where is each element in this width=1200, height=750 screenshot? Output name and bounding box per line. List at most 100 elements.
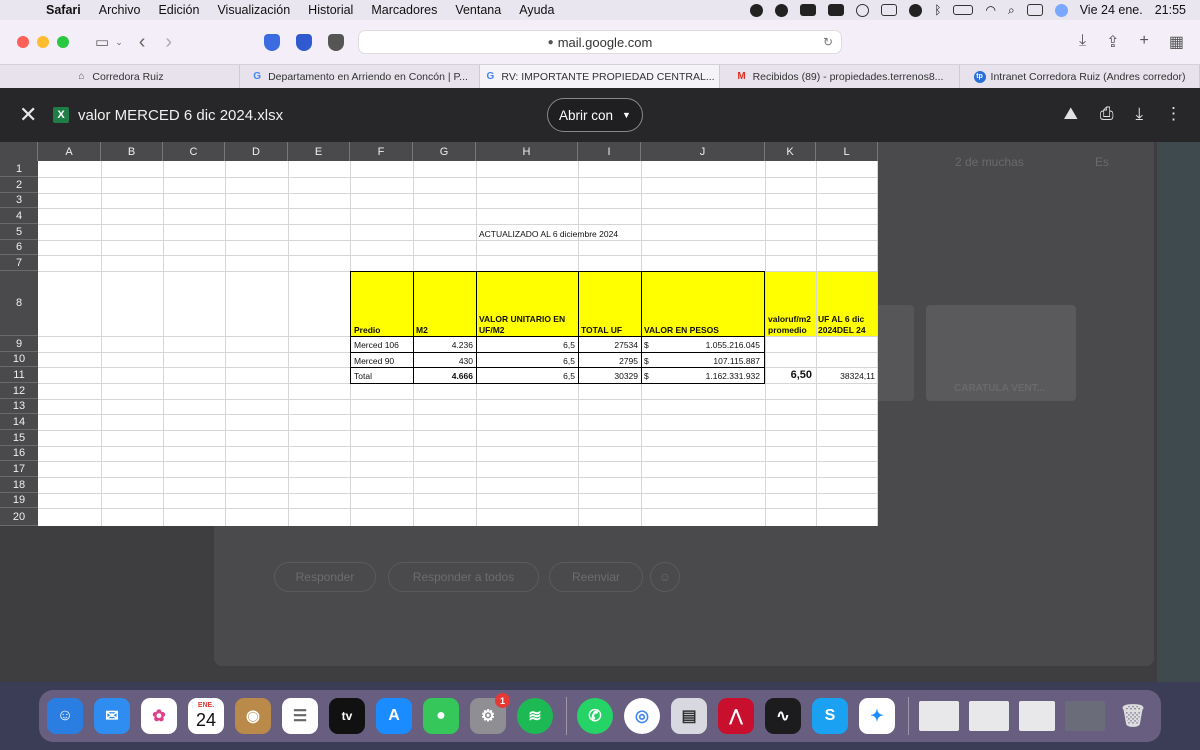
open-with-button[interactable]: Abrir con ▼ [547,98,643,132]
tab-recibidos[interactable]: M Recibidos (89) - propiedades.terrenos8… [720,65,960,88]
cell-total-pesos: 1.162.331.932 [705,371,760,381]
forward-icon[interactable]: › [165,31,172,54]
more-options-icon[interactable]: ⋮ [1165,104,1182,124]
minimized-window-thumbnail[interactable] [969,701,1009,731]
sidebar-toggle-icon[interactable]: ▭ [95,33,109,51]
skype-icon[interactable]: S [812,698,848,734]
apple-tv-icon[interactable]: tv [329,698,365,734]
column-header-e: E [288,142,350,161]
minimized-window-thumbnail[interactable] [1065,701,1105,731]
menu-ayuda[interactable]: Ayuda [519,3,554,17]
tab-departamento[interactable]: G Departamento en Arriendo en Concón | P… [240,65,480,88]
gridline [38,224,878,225]
downloads-icon[interactable]: ⤓ [1079,32,1086,52]
row-header-9: 9 [0,336,38,352]
sheet-title: ACTUALIZADO AL 6 diciembre 2024 [479,229,619,239]
bluetooth-icon[interactable]: ᛒ [934,3,941,17]
camera-status-icon[interactable] [828,4,845,16]
minimized-window-thumbnail[interactable] [1019,701,1055,731]
tab-intranet[interactable]: tp Intranet Corredora Ruiz (Andres corre… [960,65,1200,88]
menu-historial[interactable]: Historial [308,3,353,17]
extension-privacy-icon[interactable] [296,33,313,51]
add-to-drive-icon[interactable]: ⛰ [1064,104,1078,124]
menu-marcadores[interactable]: Marcadores [371,3,437,17]
chrome-icon[interactable]: ◎ [624,698,660,734]
menu-time[interactable]: 21:55 [1155,3,1186,17]
creative-cloud-icon[interactable] [856,3,870,17]
menu-archivo[interactable]: Archivo [99,3,141,17]
column-header-d: D [225,142,288,161]
open-with-label: Abrir con [559,107,614,123]
address-bar[interactable]: ● mail.google.com ↻ [358,30,842,54]
trash-icon[interactable]: 🗑 [1115,698,1151,734]
column-header-g: G [413,142,476,161]
wifi-icon[interactable]: ◠ [985,3,995,17]
menu-extra-icon[interactable] [800,4,817,16]
contacts-icon[interactable]: ◉ [235,698,271,734]
column-header-i: I [578,142,641,161]
column-header-j: J [641,142,765,161]
clipboard-icon[interactable] [881,4,898,16]
row-header-18: 18 [0,477,38,493]
minimized-window-thumbnail[interactable] [919,701,959,731]
finder-icon[interactable]: ☺ [47,698,83,734]
zoom-window-icon[interactable] [57,36,69,48]
back-icon[interactable]: ‹ [139,31,146,54]
menu-ventana[interactable]: Ventana [455,3,501,17]
download-icon[interactable]: ⤓ [1135,104,1143,124]
app-store-icon[interactable]: A [376,698,412,734]
preview-icon[interactable]: ▤ [671,698,707,734]
column-header-f: F [350,142,413,161]
row-header-8: 8 [0,271,38,336]
menu-edicion[interactable]: Edición [158,3,199,17]
system-settings-icon[interactable]: ⚙ 1 [470,693,510,734]
gridline [163,161,164,526]
voice-memos-icon[interactable]: ∿ [765,698,801,734]
share-icon[interactable]: ⇪ [1106,32,1119,52]
extension-shield-icon[interactable] [264,33,281,51]
tab-corredora-ruiz[interactable]: ⌂ Corredora Ruiz [0,65,240,88]
print-icon[interactable]: ⎙ [1100,104,1114,124]
battery-icon[interactable] [953,5,974,15]
siri-icon[interactable] [1054,3,1068,17]
tab-rv-importante[interactable]: G RV: IMPORTANTE PROPIEDAD CENTRAL... [480,65,720,88]
spotlight-search-icon[interactable]: ⌕ [1008,3,1015,18]
mail-icon[interactable]: ✉ [94,698,130,734]
calendar-icon[interactable]: ENE. 24 [188,698,224,734]
row-header-15: 15 [0,430,38,446]
gridline [38,240,878,241]
row-header-1: 1 [0,161,38,177]
cell-avg-uf-m2: 6,50 [790,369,812,381]
chevron-down-icon[interactable]: ⌄ [115,37,123,48]
safari-icon[interactable]: ✦ [859,698,895,734]
tv-label: tv [341,709,353,723]
reminders-icon[interactable]: ☰ [282,698,318,734]
gridline [38,493,878,494]
whatsapp-icon[interactable]: ✆ [577,698,613,734]
menu-app-safari[interactable]: Safari [46,3,81,17]
menu-visualizacion[interactable]: Visualización [217,3,290,17]
tab-overview-icon[interactable]: ▦ [1169,32,1184,52]
shield-status-icon[interactable] [909,3,923,17]
vpn-status-icon[interactable] [750,3,764,17]
header-valor-unitario-unit: UF/M2 [479,325,505,335]
reload-icon[interactable]: ↻ [823,35,833,49]
close-icon[interactable]: ✕ [19,102,39,128]
cell-total-m2: 4.666 [451,371,473,381]
minimize-window-icon[interactable] [37,36,49,48]
messages-icon[interactable]: ● [423,698,459,734]
privacy-report-icon[interactable] [328,33,345,51]
check-status-icon[interactable] [775,3,789,17]
control-center-icon[interactable] [1026,4,1043,16]
menu-date[interactable]: Vie 24 ene. [1080,3,1143,17]
table-border [476,271,477,383]
acrobat-icon[interactable]: ⋀ [718,698,754,734]
gridline [38,399,878,400]
gridline [765,161,766,526]
spotify-icon[interactable]: ≋ [517,698,553,734]
close-window-icon[interactable] [17,36,29,48]
new-tab-icon[interactable]: + [1140,32,1149,52]
photos-icon[interactable]: ✿ [141,698,177,734]
cell-currency: $ [644,340,649,350]
attachment-thumbnail: CARATULA VENT... [926,305,1076,401]
